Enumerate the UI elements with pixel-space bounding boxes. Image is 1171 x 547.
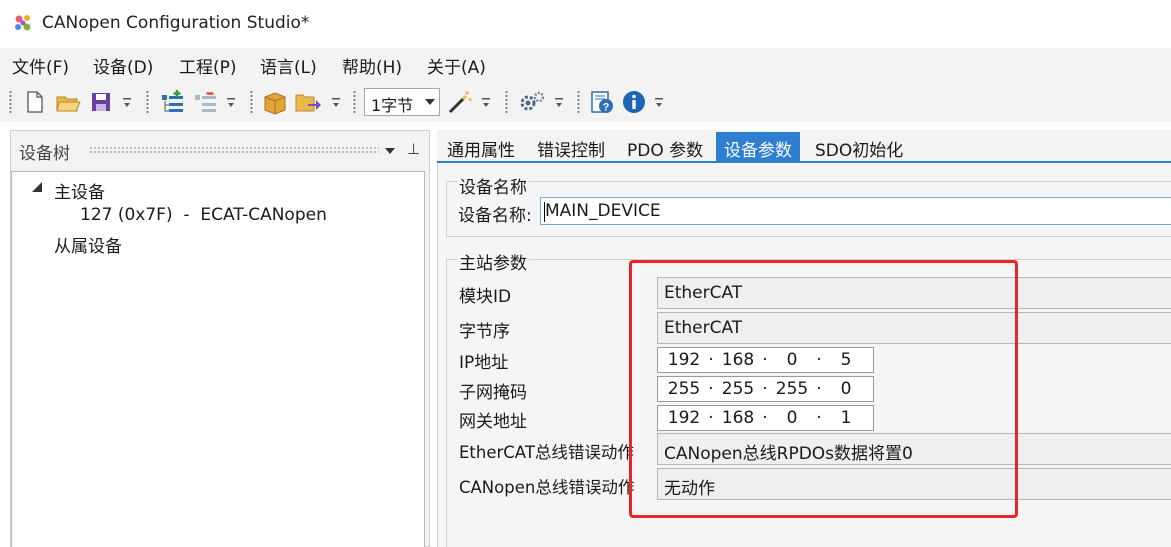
ip-address-label: IP地址 xyxy=(459,353,509,373)
text-caret xyxy=(544,202,545,222)
tab-general[interactable]: 通用属性 xyxy=(439,132,523,162)
tree-node-master-device[interactable]: 127 (0x7F) - ECAT-CANopen xyxy=(80,205,327,225)
module-id-label: 模块ID xyxy=(459,287,512,307)
tab-sdo-init[interactable]: SDO初始化 xyxy=(807,132,911,162)
panel-header-grip xyxy=(89,146,379,154)
menu-about[interactable]: 关于(A) xyxy=(425,53,488,78)
menu-project[interactable]: 工程(P) xyxy=(177,53,239,78)
panel-menu-chevron-icon[interactable] xyxy=(385,148,395,154)
device-tree-header: 设备树 ⊥ xyxy=(11,131,431,167)
toolbar-overflow-icon[interactable] xyxy=(123,98,131,110)
tab-device-params[interactable]: 设备参数 xyxy=(716,132,800,162)
toolbar: ? xyxy=(0,82,1171,122)
device-name-group-title: 设备名称 xyxy=(457,173,529,198)
toolbar-overflow-icon[interactable] xyxy=(227,98,235,110)
toolbar-overflow-icon[interactable] xyxy=(555,98,563,110)
title-bar: CANopen Configuration Studio* xyxy=(0,0,1171,48)
device-tree-panel: 设备树 ⊥ 主设备 127 (0x7F) - ECAT-CANopen 从属设备 xyxy=(10,130,430,547)
tree-collapse-icon[interactable] xyxy=(32,182,42,192)
window-title: CANopen Configuration Studio* xyxy=(42,13,310,33)
toolbar-grip[interactable] xyxy=(577,90,580,114)
toolbar-grip[interactable] xyxy=(505,90,508,114)
device-name-label: 设备名称: xyxy=(458,206,532,226)
byte-width-select[interactable]: 1字节 xyxy=(364,88,440,116)
toolbar-grip[interactable] xyxy=(353,90,356,114)
chevron-down-icon xyxy=(425,99,435,105)
toolbar-overflow-icon[interactable] xyxy=(332,98,340,110)
master-params-group-title: 主站参数 xyxy=(457,249,529,274)
toolbar-grip[interactable] xyxy=(146,90,149,114)
tab-error-control[interactable]: 错误控制 xyxy=(529,132,613,162)
gateway-label: 网关地址 xyxy=(459,412,527,432)
toolbar-grip[interactable] xyxy=(9,90,12,114)
help-icon[interactable]: ? xyxy=(589,89,615,115)
svg-text:?: ? xyxy=(603,102,610,114)
byte-width-value: 1字节 xyxy=(371,96,414,115)
export-icon[interactable] xyxy=(294,89,322,115)
tree-node-slave[interactable]: 从属设备 xyxy=(54,232,122,257)
highlight-annotation xyxy=(629,260,1018,518)
menu-device[interactable]: 设备(D) xyxy=(91,53,155,78)
byte-order-label: 字节序 xyxy=(459,322,510,342)
app-logo-icon xyxy=(15,15,31,31)
tab-pdo[interactable]: PDO 参数 xyxy=(619,132,711,162)
add-device-icon[interactable] xyxy=(160,89,186,115)
subnet-mask-label: 子网掩码 xyxy=(459,383,527,403)
save-icon[interactable] xyxy=(89,89,113,115)
pin-icon[interactable]: ⊥ xyxy=(407,140,420,158)
toolbar-grip[interactable] xyxy=(250,90,253,114)
device-tree-title: 设备树 xyxy=(19,144,70,164)
settings-gear-icon[interactable] xyxy=(518,89,546,115)
remove-device-icon[interactable] xyxy=(193,89,219,115)
menu-bar: 文件(F) 设备(D) 工程(P) 语言(L) 帮助(H) 关于(A) xyxy=(0,48,1171,82)
menu-file[interactable]: 文件(F) xyxy=(10,53,71,78)
new-file-icon[interactable] xyxy=(24,89,46,115)
open-folder-icon[interactable] xyxy=(55,89,81,115)
wand-icon[interactable] xyxy=(447,89,473,115)
device-tree: 主设备 127 (0x7F) - ECAT-CANopen 从属设备 xyxy=(11,171,425,547)
ethercat-error-action-label: EtherCAT总线错误动作 xyxy=(459,443,634,462)
info-icon[interactable] xyxy=(621,89,647,115)
tree-node-master[interactable]: 主设备 xyxy=(54,178,105,203)
menu-language[interactable]: 语言(L) xyxy=(258,53,319,78)
toolbar-overflow-icon[interactable] xyxy=(655,98,663,110)
device-name-value: MAIN_DEVICE xyxy=(545,201,661,221)
menu-help[interactable]: 帮助(H) xyxy=(340,53,404,78)
toolbar-overflow-icon[interactable] xyxy=(482,98,490,110)
canopen-error-action-label: CANopen总线错误动作 xyxy=(459,478,635,497)
package-icon[interactable] xyxy=(262,89,288,115)
device-name-input[interactable]: MAIN_DEVICE xyxy=(540,197,1171,225)
